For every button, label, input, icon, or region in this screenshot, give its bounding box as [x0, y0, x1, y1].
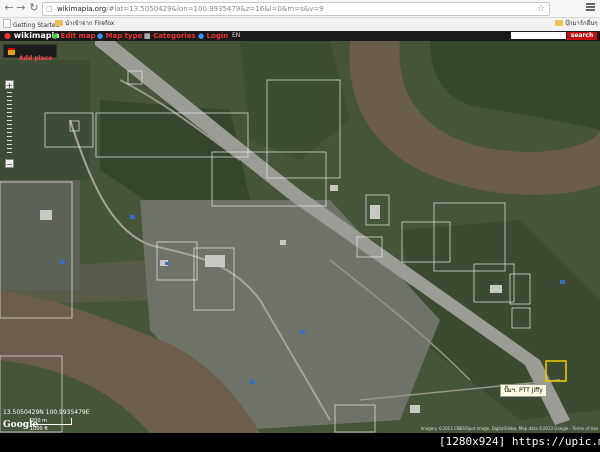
bookmark-other[interactable]: บุ๊กมาร์กอื่นๆ [555, 19, 598, 29]
map-imagery [0, 31, 600, 433]
language-selector[interactable]: EN [232, 31, 240, 41]
url-host: wikimapia.org [57, 5, 107, 13]
star-icon[interactable]: ☆ [537, 3, 545, 15]
menu-label: Login [206, 32, 229, 40]
add-place-button[interactable]: Add place [3, 44, 58, 62]
zoom-control: + − [5, 80, 14, 170]
back-icon[interactable]: ← [3, 2, 15, 14]
reload-icon[interactable]: ↻ [28, 2, 40, 14]
bookmark-import[interactable]: นำเข้าจาก Firefox [55, 19, 114, 29]
map-type-icon: ● [97, 32, 104, 40]
categories-icon: ▦ [144, 32, 151, 40]
zoom-out-button[interactable]: − [5, 159, 14, 169]
search-input[interactable] [511, 32, 566, 39]
page-icon: □ [46, 5, 53, 13]
menu-label: Edit map [60, 32, 96, 40]
place-tooltip: ปั๊มฯ. PTT Jiffy [500, 384, 547, 397]
wikimapia-toolbar: ● wikimapia ● Edit map ● Map type ▦ Cate… [0, 31, 600, 41]
browser-chrome: ← → ↻ □ wikimapia.org/#lat=13.5050429&lo… [0, 0, 600, 32]
add-place-label: Add place [19, 55, 53, 62]
coordinates-readout: 13.5050429N 100.9935479E [3, 409, 90, 416]
menu-categories[interactable]: ▦ Categories [144, 31, 196, 41]
menu-icon[interactable] [586, 3, 595, 12]
forward-icon[interactable]: → [15, 2, 27, 14]
page-icon [3, 19, 11, 28]
search-button[interactable]: search [567, 32, 597, 40]
menu-login[interactable]: ● Login [198, 31, 228, 41]
folder-icon [55, 20, 63, 26]
flag-icon [8, 48, 15, 55]
address-bar: ← → ↻ □ wikimapia.org/#lat=13.5050429&lo… [0, 0, 600, 18]
satellite-map[interactable] [0, 31, 600, 433]
menu-map-type[interactable]: ● Map type [97, 31, 142, 41]
user-icon: ● [198, 32, 205, 40]
url-path: /#lat=13.5050429&lon=100.9935479&z=16&l=… [106, 5, 324, 13]
bookmark-label: นำเข้าจาก Firefox [65, 20, 115, 27]
watermark: [1280x924] https://upic.me/ [439, 435, 600, 448]
google-logo: Google [3, 420, 39, 430]
bookmark-getting-started[interactable]: Getting Started [3, 19, 59, 31]
logo-icon: ● [4, 31, 11, 40]
url-input[interactable]: □ wikimapia.org/#lat=13.5050429&lon=100.… [42, 2, 550, 16]
zoom-in-button[interactable]: + [5, 80, 14, 90]
bookmark-label: Getting Started [13, 22, 60, 29]
menu-label: Categories [153, 32, 196, 40]
zoom-slider[interactable] [7, 92, 12, 156]
bookmark-label: บุ๊กมาร์กอื่นๆ [565, 20, 598, 27]
folder-icon [555, 20, 563, 26]
menu-label: Map type [105, 32, 143, 40]
menu-edit-map[interactable]: ● Edit map [52, 31, 96, 41]
bookmarks-bar: Getting Started นำเข้าจาก Firefox บุ๊กมา… [0, 18, 600, 32]
globe-icon: ● [52, 32, 59, 40]
map-attribution[interactable]: Imagery ©2013 CNES/Spot Image, DigitalGl… [421, 426, 598, 431]
